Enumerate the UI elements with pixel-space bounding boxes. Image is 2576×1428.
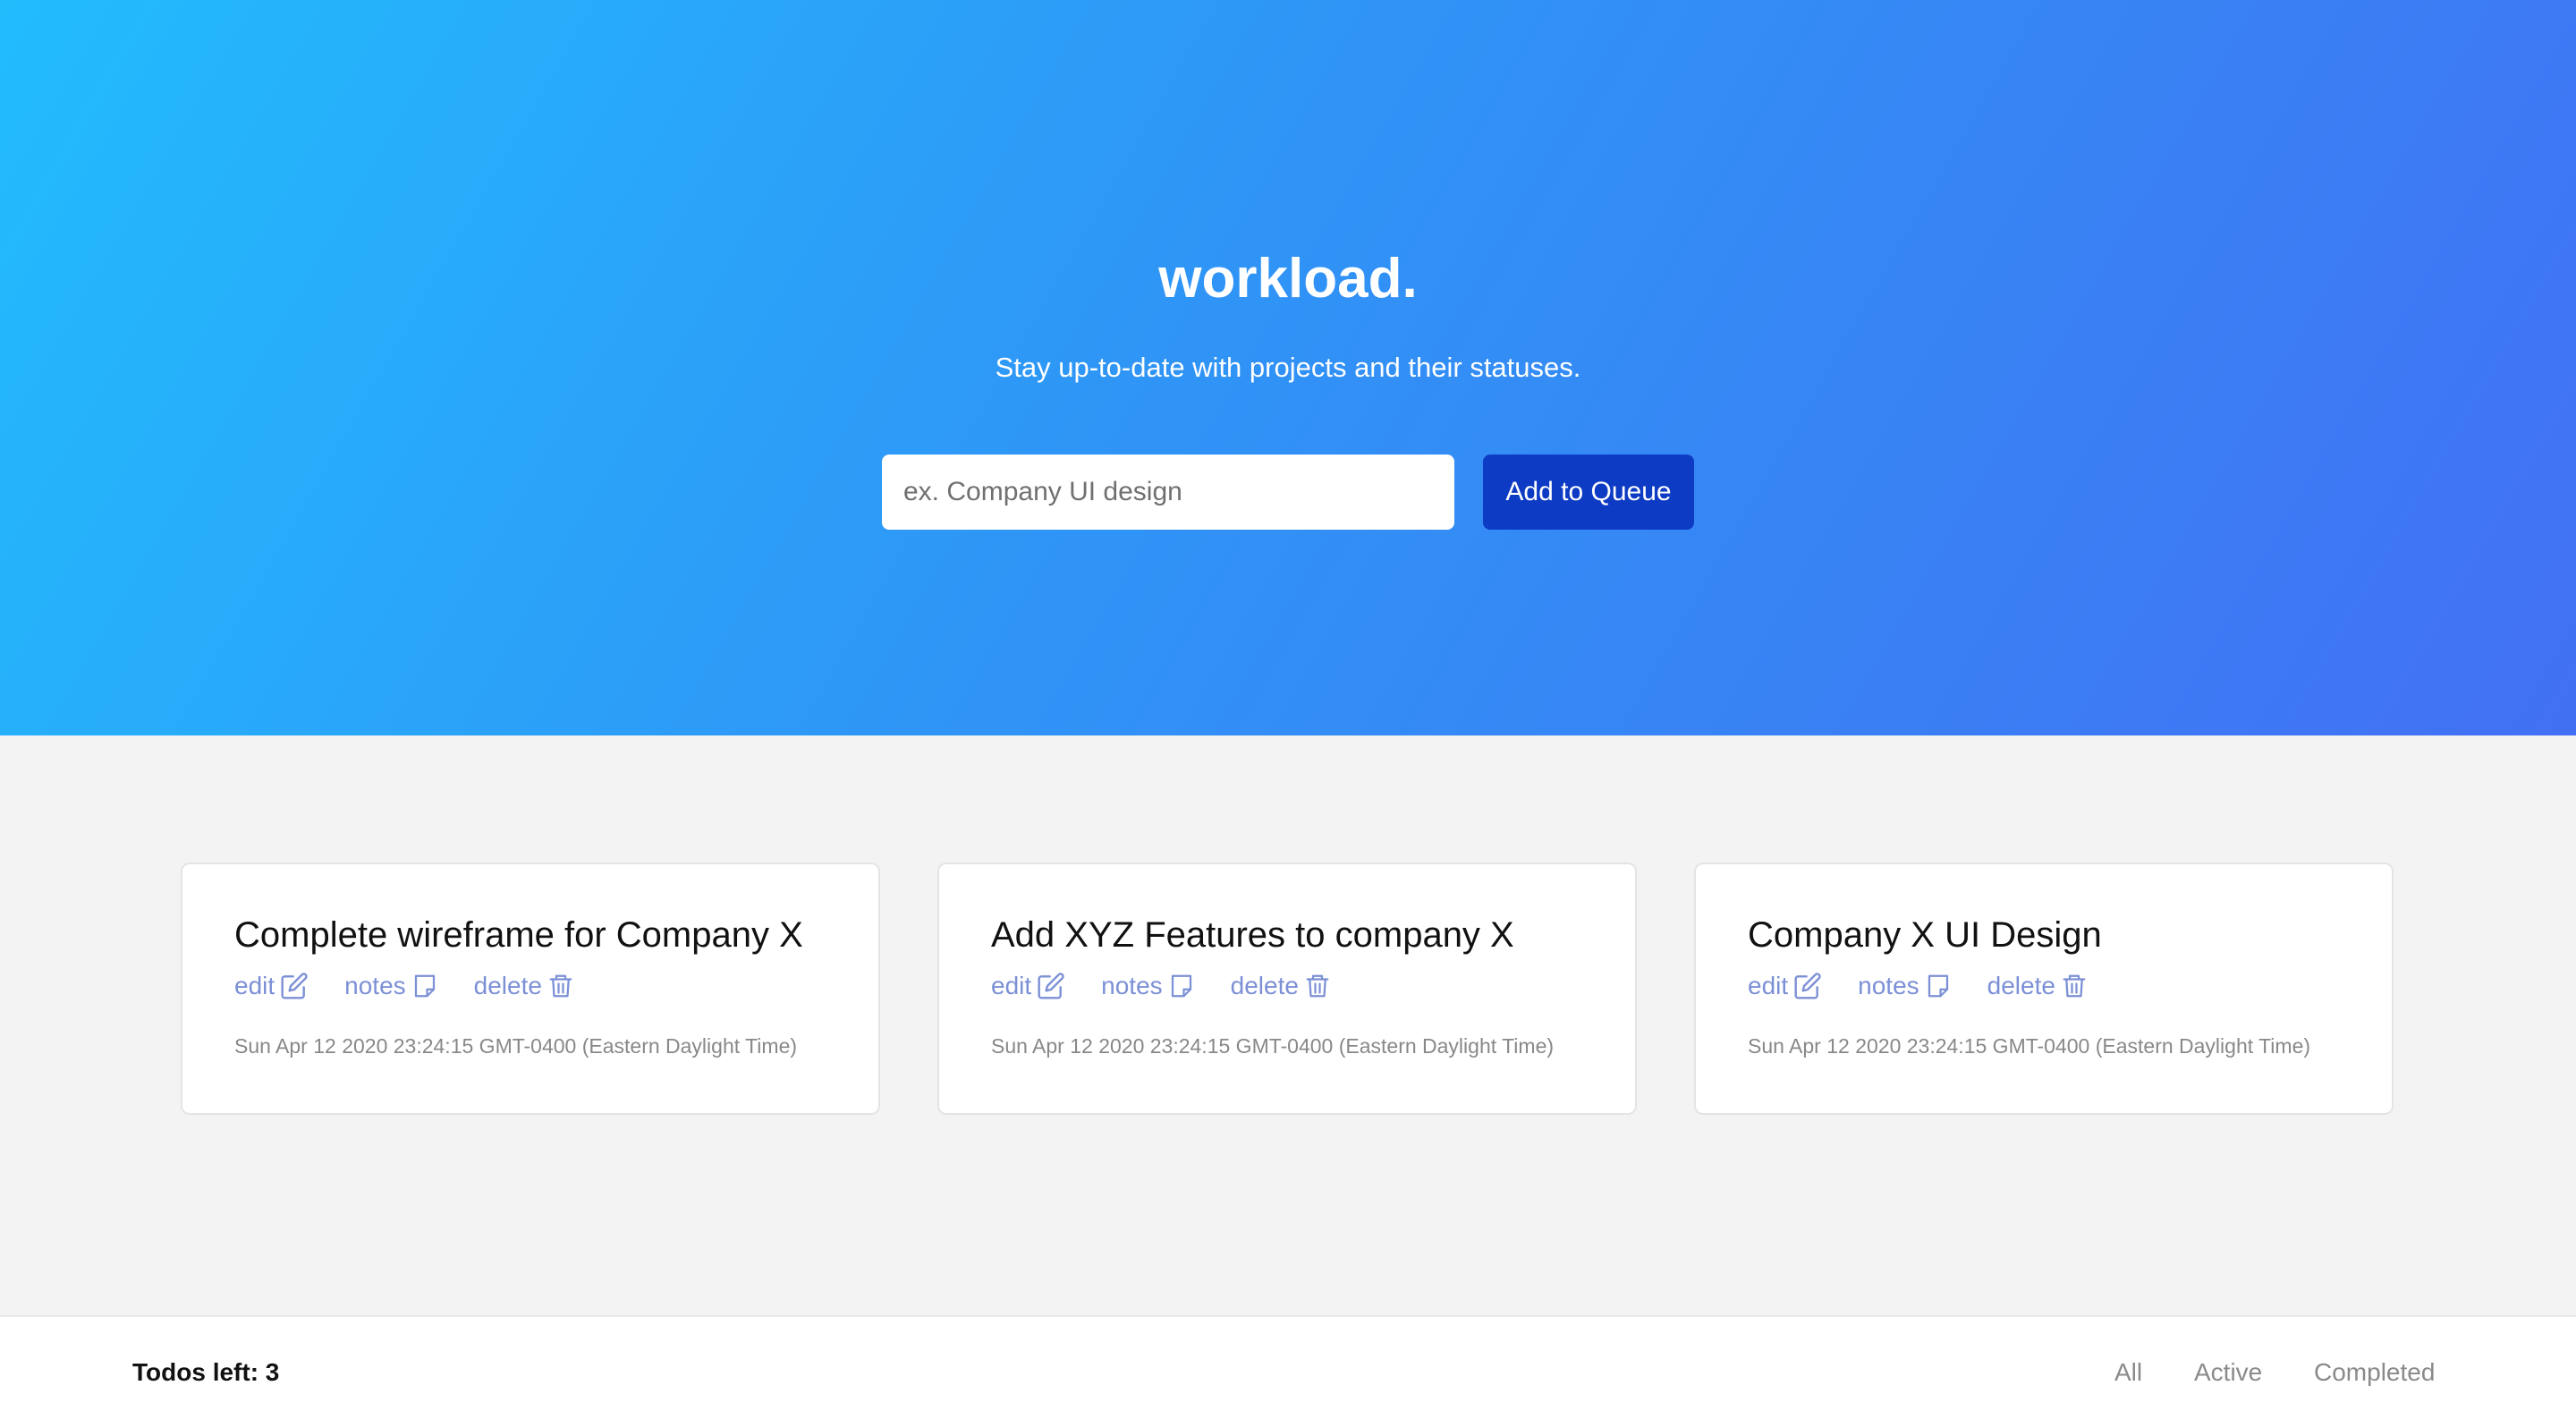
delete-label: delete bbox=[1230, 972, 1299, 999]
delete-link[interactable]: delete bbox=[1987, 970, 2088, 1002]
todo-date: Sun Apr 12 2020 23:24:15 GMT-0400 (Easte… bbox=[234, 1034, 798, 1058]
filter-active[interactable]: Active bbox=[2194, 1358, 2262, 1387]
trash-icon bbox=[2063, 974, 2086, 998]
footer-bar: Todos left: 3 All Active Completed bbox=[0, 1315, 2576, 1428]
edit-icon bbox=[281, 973, 308, 999]
new-task-input[interactable] bbox=[882, 455, 1454, 530]
app-subtitle: Stay up-to-date with projects and their … bbox=[995, 352, 1581, 383]
note-icon bbox=[1171, 974, 1191, 998]
filter-completed[interactable]: Completed bbox=[2314, 1358, 2435, 1387]
edit-link[interactable]: edit bbox=[1748, 970, 1822, 1002]
notes-link[interactable]: notes bbox=[344, 970, 438, 1002]
note-icon bbox=[414, 974, 435, 998]
edit-icon bbox=[1794, 973, 1821, 999]
notes-link[interactable]: notes bbox=[1101, 970, 1195, 1002]
edit-label: edit bbox=[234, 972, 275, 999]
edit-icon bbox=[1038, 973, 1064, 999]
edit-label: edit bbox=[1748, 972, 1789, 999]
add-to-queue-button[interactable]: Add to Queue bbox=[1483, 455, 1694, 530]
notes-label: notes bbox=[344, 972, 406, 999]
filter-all[interactable]: All bbox=[2114, 1358, 2142, 1387]
hero-banner: workload. Stay up-to-date with projects … bbox=[0, 0, 2576, 735]
todo-title: Company X UI Design bbox=[1748, 915, 2102, 955]
todo-date: Sun Apr 12 2020 23:24:15 GMT-0400 (Easte… bbox=[991, 1034, 1555, 1058]
delete-link[interactable]: delete bbox=[1231, 970, 1331, 1002]
edit-link[interactable]: edit bbox=[991, 970, 1065, 1002]
edit-label: edit bbox=[991, 972, 1032, 999]
trash-icon bbox=[549, 974, 572, 998]
trash-icon bbox=[1306, 974, 1329, 998]
todo-title: Complete wireframe for Company X bbox=[234, 915, 803, 955]
note-icon bbox=[1928, 974, 1948, 998]
notes-label: notes bbox=[1101, 972, 1163, 999]
todo-card: Add XYZ Features to company X edit notes… bbox=[937, 863, 1637, 1115]
todo-actions: edit notes delete bbox=[1748, 970, 2123, 1002]
todo-card: Complete wireframe for Company X edit no… bbox=[181, 863, 880, 1115]
edit-link[interactable]: edit bbox=[234, 970, 309, 1002]
todo-actions: edit notes delete bbox=[234, 970, 610, 1002]
delete-label: delete bbox=[1987, 972, 2055, 999]
todo-date: Sun Apr 12 2020 23:24:15 GMT-0400 (Easte… bbox=[1748, 1034, 2311, 1058]
notes-link[interactable]: notes bbox=[1858, 970, 1952, 1002]
todo-card: Company X UI Design edit notes delete Su… bbox=[1694, 863, 2394, 1115]
todo-actions: edit notes delete bbox=[991, 970, 1367, 1002]
todo-title: Add XYZ Features to company X bbox=[991, 915, 1514, 955]
delete-label: delete bbox=[473, 972, 542, 999]
delete-link[interactable]: delete bbox=[474, 970, 574, 1002]
app-title: workload. bbox=[1158, 248, 1418, 310]
notes-label: notes bbox=[1858, 972, 1919, 999]
todos-left-counter: Todos left: 3 bbox=[132, 1358, 280, 1386]
